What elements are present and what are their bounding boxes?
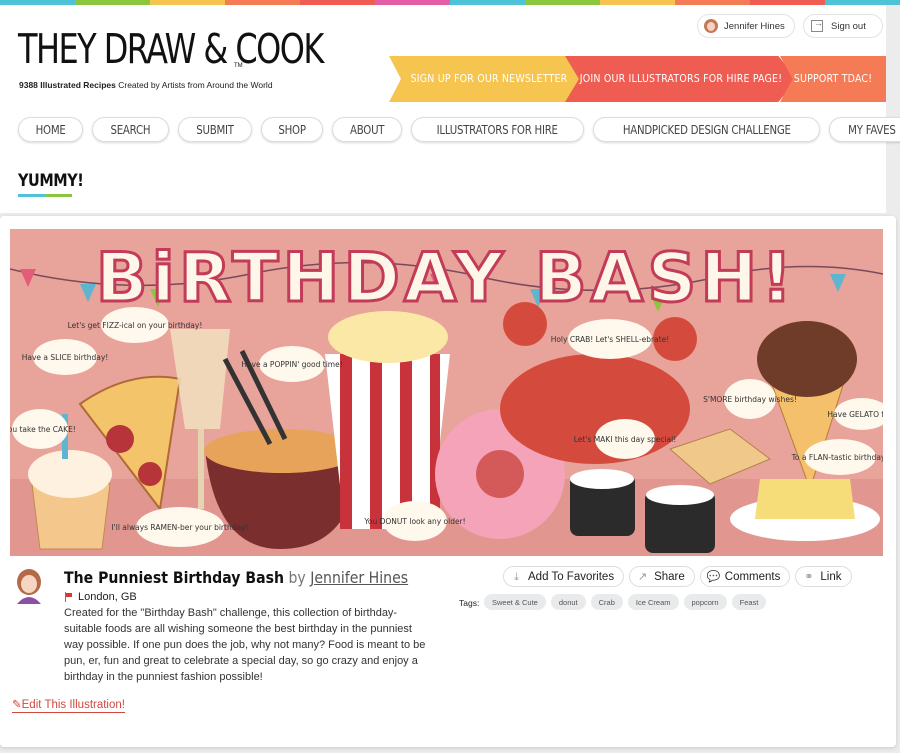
tag-chip[interactable]: Feast (731, 594, 767, 610)
edit-label: Edit This Illustration! (21, 699, 125, 711)
nav-illustrators-for-hire[interactable]: ILLUSTRATORS FOR HIRE (411, 117, 584, 142)
action-label: Share (654, 570, 685, 583)
speech-slice: Have a SLICE birthday! (22, 353, 109, 362)
nav-label: SHOP (278, 122, 306, 137)
nav-home[interactable]: HOME (18, 117, 84, 142)
speech-smores: S'MORE birthday wishes! (703, 395, 797, 404)
link-button[interactable]: ⚭ Link (795, 566, 852, 587)
nav-label: HOME (35, 122, 66, 137)
support-banner[interactable]: SUPPORT TDAC! (780, 56, 886, 102)
flag-icon (64, 592, 74, 602)
illustrators-banner[interactable]: JOIN OUR ILLUSTRATORS FOR HIRE PAGE! (565, 56, 797, 102)
speech-cake: You take the CAKE! (10, 425, 76, 434)
share-icon: ↗ (637, 570, 648, 583)
speech-crab: Holy CRAB! Let's SHELL-ebrate! (551, 335, 670, 344)
nav-label: ABOUT (350, 122, 385, 137)
site-header: THEY DRAW & COOK TM 9388 Illustrated Rec… (0, 5, 900, 213)
art-title: BiRTHDAY BASH! (96, 239, 797, 318)
action-label: Link (820, 570, 842, 583)
sign-out-icon (811, 18, 823, 32)
author-avatar[interactable] (12, 568, 46, 604)
nav-handpicked-design-challenge[interactable]: HANDPICKED DESIGN CHALLENGE (592, 117, 821, 142)
nav-shop[interactable]: SHOP (261, 117, 324, 142)
newsletter-banner[interactable]: SIGN UP FOR OUR NEWSLETTER (389, 56, 589, 102)
nav-submit[interactable]: SUBMIT (177, 117, 253, 142)
illustration-name: The Punniest Birthday Bash (64, 568, 284, 587)
sign-out-button[interactable]: Sign out (803, 14, 883, 38)
edit-illustration-link[interactable]: ✎Edit This Illustration! (12, 697, 125, 713)
share-button[interactable]: ↗ Share (629, 566, 695, 587)
main-nav: HOME SEARCH SUBMIT SHOP ABOUT ILLUSTRATO… (18, 117, 900, 142)
site-logo[interactable]: THEY DRAW & COOK (18, 25, 324, 73)
nav-label: SEARCH (110, 122, 151, 137)
tag-list: Sweet & Cute donut Crab Ice Cream popcor… (484, 594, 767, 610)
site-tagline: 9388 Illustrated Recipes Created by Arti… (19, 80, 273, 90)
tag-chip[interactable]: donut (550, 594, 586, 610)
tag-chip[interactable]: Ice Cream (627, 594, 679, 610)
tagline-text: Created by Artists from Around the World (115, 80, 273, 90)
illustration-title: The Punniest Birthday Bash by Jennifer H… (64, 568, 408, 587)
tags-label: Tags: (459, 598, 480, 608)
action-label: Comments (724, 570, 781, 583)
speech-ramen: I'll always RAMEN-ber your birthday! (111, 523, 248, 532)
title-underline (18, 194, 72, 197)
tag-chip[interactable]: Sweet & Cute (484, 594, 546, 610)
author-link[interactable]: Jennifer Hines (310, 568, 408, 587)
illustration-card: BiRTHDAY BASH! Have a SLICE birthday! Le… (0, 216, 896, 747)
author-location: London, GB (64, 591, 137, 603)
nav-label: MY FAVES (848, 122, 897, 137)
link-icon: ⚭ (804, 570, 814, 583)
user-name: Jennifer Hines (724, 20, 785, 32)
nav-label: ILLUSTRATORS FOR HIRE (437, 122, 559, 137)
page: THEY DRAW & COOK TM 9388 Illustrated Rec… (0, 0, 900, 753)
nav-label: HANDPICKED DESIGN CHALLENGE (622, 122, 791, 137)
comments-icon: 💬 (706, 570, 721, 583)
by-label: by (283, 568, 311, 587)
nav-label: SUBMIT (196, 122, 234, 137)
tag-chip[interactable]: popcorn (683, 594, 727, 610)
nav-search[interactable]: SEARCH (92, 117, 169, 142)
add-to-favorites-button[interactable]: ⤓ Add To Favorites (503, 566, 625, 587)
illustration-description: Created for the "Birthday Bash" challeng… (64, 607, 426, 683)
user-account-button[interactable]: Jennifer Hines (697, 14, 795, 38)
comments-button[interactable]: 💬 Comments (699, 566, 791, 587)
action-buttons: ⤓ Add To Favorites ↗ Share 💬 Comments ⚭ Link (503, 566, 852, 587)
logo-trademark: TM (234, 63, 243, 69)
popcorn-box (325, 311, 450, 529)
speech-maki: Let's MAKI this day special! (574, 435, 677, 444)
speech-poppin: Have a POPPIN' good time! (241, 360, 342, 369)
section-title: YUMMY! (18, 171, 84, 191)
user-avatar-icon (704, 19, 718, 33)
add-favorite-icon: ⤓ (514, 570, 519, 583)
recipe-count: 9388 Illustrated Recipes (19, 80, 116, 90)
speech-gelato: Have GELATO fun! (827, 410, 883, 419)
speech-fizz: Let's get FIZZ-ical on your birthday! (68, 321, 203, 330)
sign-out-label: Sign out (831, 20, 866, 32)
speech-donut: You DONUT look any older! (363, 517, 465, 526)
location-text: London, GB (78, 591, 137, 603)
speech-flan: To a FLAN-tastic birthday! (791, 453, 883, 462)
nav-my-faves[interactable]: MY FAVES (829, 117, 900, 142)
nav-about[interactable]: ABOUT (332, 117, 403, 142)
illustration-image[interactable]: BiRTHDAY BASH! Have a SLICE birthday! Le… (10, 229, 883, 556)
action-label: Add To Favorites (528, 570, 615, 583)
tag-chip[interactable]: Crab (590, 594, 623, 610)
